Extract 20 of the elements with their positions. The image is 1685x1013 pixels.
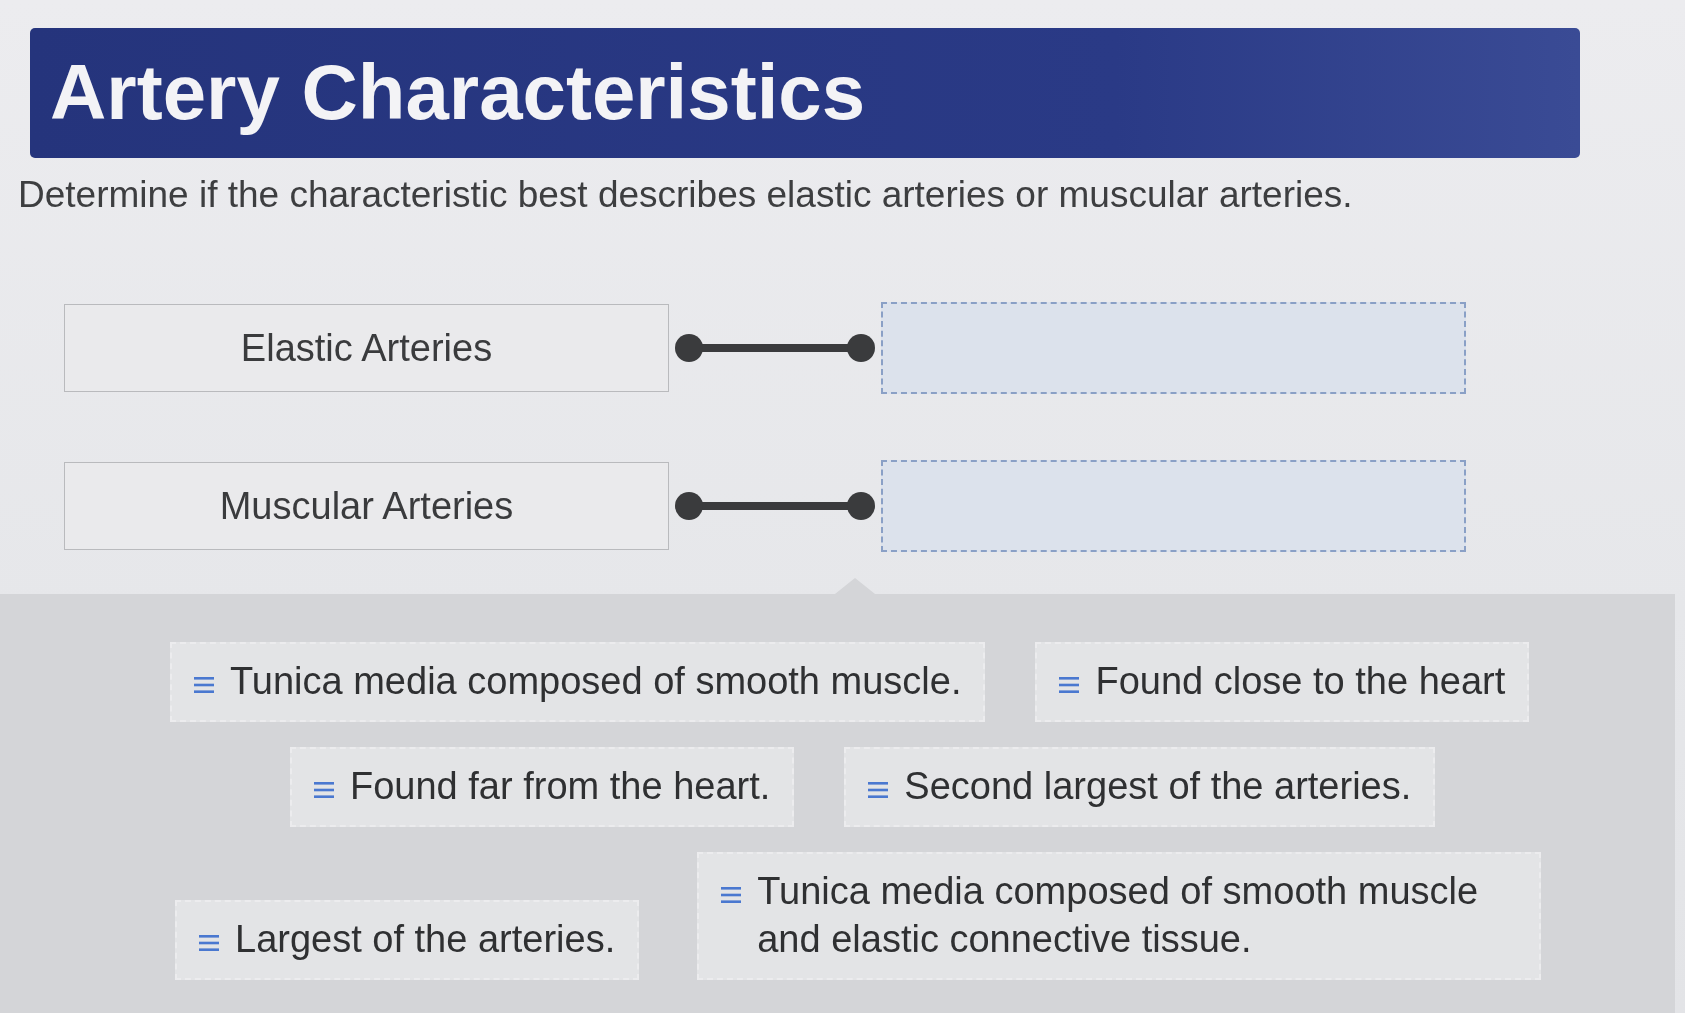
connector-icon (675, 332, 875, 365)
answer-option[interactable]: Found close to the heart (1035, 642, 1530, 723)
page-title: Artery Characteristics (50, 50, 866, 136)
answer-option[interactable]: Found far from the heart. (290, 747, 795, 827)
drag-handle-icon (868, 781, 889, 800)
category-label: Elastic Arteries (64, 304, 669, 393)
instructions-text: Determine if the characteristic best describes elastic arteries or muscular arteries. (18, 173, 1354, 217)
drag-handle-icon (1059, 676, 1080, 695)
answer-option[interactable]: Tunica media composed of smooth muscle. (170, 642, 986, 723)
category-label: Muscular Arteries (64, 462, 669, 551)
drag-handle-icon (199, 933, 219, 952)
drag-handle-icon (721, 886, 742, 904)
answer-option[interactable]: Largest of the arteries. (175, 899, 640, 980)
drop-zone[interactable] (881, 460, 1466, 553)
drag-handle-icon (194, 676, 214, 695)
connector-icon (675, 490, 875, 523)
answer-option[interactable]: Tunica media composed of smooth muscle and elastic connective tissue. (697, 852, 1542, 980)
drag-handle-icon (314, 781, 334, 800)
answer-option[interactable]: Second largest of the arteries. (844, 747, 1436, 827)
drop-zone[interactable] (881, 302, 1466, 395)
